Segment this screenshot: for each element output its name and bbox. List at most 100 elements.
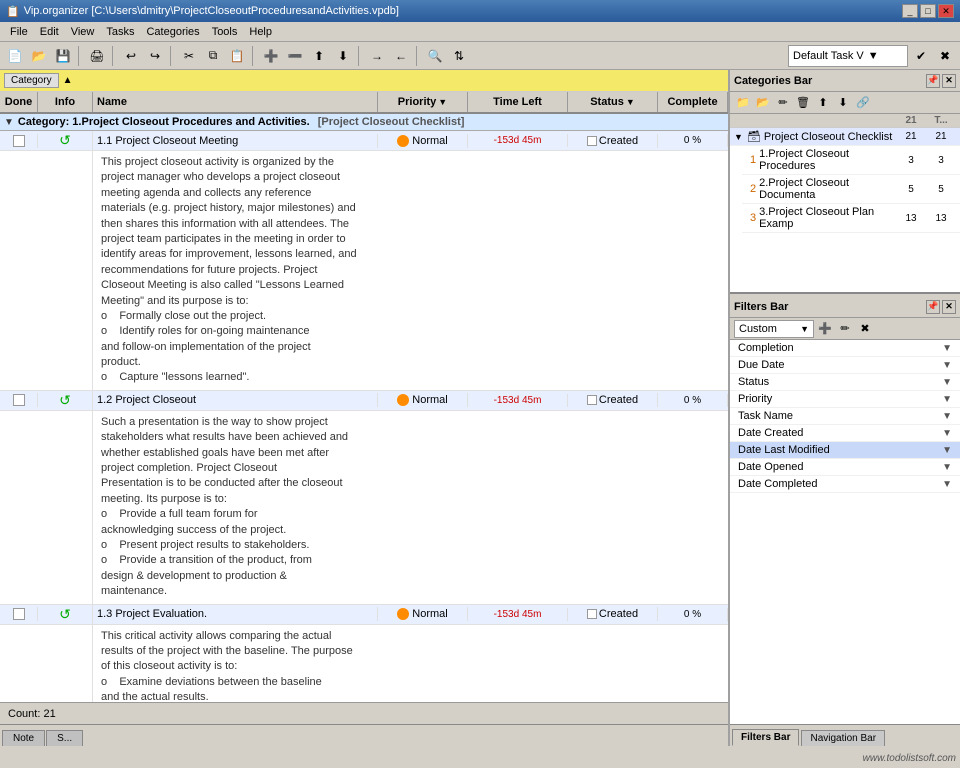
cat-move-down-button[interactable]: ⬇ xyxy=(834,94,852,112)
titlebar: 📋 Vip.organizer [C:\Users\dmitry\Project… xyxy=(0,0,960,22)
filters-close-button[interactable]: ✕ xyxy=(942,300,956,314)
menu-categories[interactable]: Categories xyxy=(140,24,205,40)
category-row-1[interactable]: ▼ Category: 1.Project Closeout Procedure… xyxy=(0,114,728,131)
tree-item-cat1[interactable]: 1 1.Project Closeout Procedures 3 3 xyxy=(742,146,960,175)
print-button[interactable]: 🖨 xyxy=(86,45,108,67)
filter-edit-button[interactable]: ✏ xyxy=(836,320,854,338)
list-item[interactable]: Date Created ▼ xyxy=(730,425,960,442)
list-item[interactable]: Date Completed ▼ xyxy=(730,476,960,493)
maximize-button[interactable]: □ xyxy=(920,4,936,18)
tree-cat2-label: 2.Project Closeout Documenta xyxy=(759,177,896,201)
schedule-tab[interactable]: S... xyxy=(46,730,83,746)
tree-root-label: Project Closeout Checklist xyxy=(764,131,896,143)
filter-custom-dropdown[interactable]: Custom ▼ xyxy=(734,320,814,338)
status-filter-icon[interactable]: ▼ xyxy=(626,97,635,107)
tree-item-cat2[interactable]: 2 2.Project Closeout Documenta 5 5 xyxy=(742,175,960,204)
categories-pin-button[interactable]: 📌 xyxy=(926,74,940,88)
undo-button[interactable]: ↩ xyxy=(120,45,142,67)
menu-view[interactable]: View xyxy=(65,24,101,40)
filter-due-date: Due Date xyxy=(738,359,942,371)
list-item[interactable]: Status ▼ xyxy=(730,374,960,391)
categories-panel-header: Categories Bar 📌 ✕ xyxy=(730,70,960,92)
category-button[interactable]: Category xyxy=(4,73,59,88)
menu-edit[interactable]: Edit xyxy=(34,24,65,40)
task-info-cell: ↺ xyxy=(38,131,93,150)
col-header-complete[interactable]: Complete xyxy=(658,92,728,112)
filter-add-button[interactable]: ➕ xyxy=(816,320,834,338)
task-list[interactable]: ▼ Category: 1.Project Closeout Procedure… xyxy=(0,114,728,702)
cat-delete-button[interactable]: 🗑 xyxy=(794,94,812,112)
toolbar-sep4 xyxy=(252,46,256,66)
redo-button[interactable]: ↪ xyxy=(144,45,166,67)
task-name-cell[interactable]: 1.2 Project Closeout xyxy=(93,393,378,407)
move-up-button[interactable]: ⬆ xyxy=(308,45,330,67)
task-priority-cell: Normal xyxy=(378,393,468,407)
menu-help[interactable]: Help xyxy=(243,24,278,40)
col-header-done[interactable]: Done xyxy=(0,92,38,112)
filters-bar-tab[interactable]: Filters Bar xyxy=(732,729,799,746)
navigation-bar-tab[interactable]: Navigation Bar xyxy=(801,730,885,746)
move-down-button[interactable]: ⬇ xyxy=(332,45,354,67)
cat-add-sub-button[interactable]: 📂 xyxy=(754,94,772,112)
open-button[interactable]: 📂 xyxy=(28,45,50,67)
indent-button[interactable]: → xyxy=(366,45,388,67)
menu-file[interactable]: File xyxy=(4,24,34,40)
filters-pin-button[interactable]: 📌 xyxy=(926,300,940,314)
close-button[interactable]: ✕ xyxy=(938,4,954,18)
filter-arrow-icon: ▼ xyxy=(942,462,952,473)
cat-edit-button[interactable]: ✏ xyxy=(774,94,792,112)
copy-button[interactable]: ⧉ xyxy=(202,45,224,67)
task-name-cell[interactable]: 1.1 Project Closeout Meeting xyxy=(93,134,378,148)
add-task-button[interactable]: ➕ xyxy=(260,45,282,67)
list-item[interactable]: Completion ▼ xyxy=(730,340,960,357)
cat-move-up-button[interactable]: ⬆ xyxy=(814,94,832,112)
note-tab[interactable]: Note xyxy=(2,730,45,746)
col-header-priority[interactable]: Priority ▼ xyxy=(378,92,468,112)
filter-button[interactable]: 🔍 xyxy=(424,45,446,67)
filter-delete-button[interactable]: ✖ xyxy=(856,320,874,338)
toolbar-extra2[interactable]: ✖ xyxy=(934,45,956,67)
list-item[interactable]: Due Date ▼ xyxy=(730,357,960,374)
task-checkbox[interactable] xyxy=(13,608,25,620)
cut-button[interactable]: ✂ xyxy=(178,45,200,67)
minimize-button[interactable]: _ xyxy=(902,4,918,18)
table-row: ↺ 1.2 Project Closeout Normal -153d 45m … xyxy=(0,391,728,411)
list-item[interactable]: Date Opened ▼ xyxy=(730,459,960,476)
menu-tasks[interactable]: Tasks xyxy=(100,24,140,40)
col-header-name[interactable]: Name xyxy=(93,92,378,112)
task-checkbox[interactable] xyxy=(13,394,25,406)
list-item[interactable]: Date Last Modified ▼ xyxy=(730,442,960,459)
cat-link-button[interactable]: 🔗 xyxy=(854,94,872,112)
task-name-cell[interactable]: 1.3 Project Evaluation. xyxy=(93,607,378,621)
task-checkbox[interactable] xyxy=(13,135,25,147)
save-button[interactable]: 💾 xyxy=(52,45,74,67)
titlebar-buttons: _ □ ✕ xyxy=(902,4,954,18)
menu-tools[interactable]: Tools xyxy=(206,24,244,40)
delete-task-button[interactable]: ➖ xyxy=(284,45,306,67)
tree-item-cat3[interactable]: 3 3.Project Closeout Plan Examp 13 13 xyxy=(742,204,960,233)
list-item[interactable]: Priority ▼ xyxy=(730,391,960,408)
expand-icon-cat1[interactable]: ▼ xyxy=(4,117,14,128)
paste-button[interactable]: 📋 xyxy=(226,45,248,67)
task-status-cell: Created xyxy=(568,134,658,148)
view-dropdown[interactable]: Default Task V ▼ xyxy=(788,45,908,67)
cat-add-button[interactable]: 📁 xyxy=(734,94,752,112)
priority-normal-icon xyxy=(397,394,409,406)
outdent-button[interactable]: ← xyxy=(390,45,412,67)
task-description: Such a presentation is the way to show p… xyxy=(93,411,728,604)
task-icon-cat1: 1 xyxy=(750,154,756,166)
col-header-timeleft[interactable]: Time Left xyxy=(468,92,568,112)
task-info-cell: ↺ xyxy=(38,605,93,624)
tree-item-root[interactable]: ▼ 🗃 Project Closeout Checklist 21 21 xyxy=(730,128,960,146)
new-button[interactable]: 📄 xyxy=(4,45,26,67)
col-header-status[interactable]: Status ▼ xyxy=(568,92,658,112)
col-header-info[interactable]: Info xyxy=(38,92,93,112)
priority-filter-icon[interactable]: ▼ xyxy=(438,97,447,107)
toolbar-sep5 xyxy=(358,46,362,66)
categories-close-button[interactable]: ✕ xyxy=(942,74,956,88)
toolbar-extra1[interactable]: ✔ xyxy=(910,45,932,67)
task-icon-cat3: 3 xyxy=(750,212,756,224)
filter-arrow-icon: ▼ xyxy=(942,377,952,388)
list-item[interactable]: Task Name ▼ xyxy=(730,408,960,425)
sort-button[interactable]: ⇅ xyxy=(448,45,470,67)
